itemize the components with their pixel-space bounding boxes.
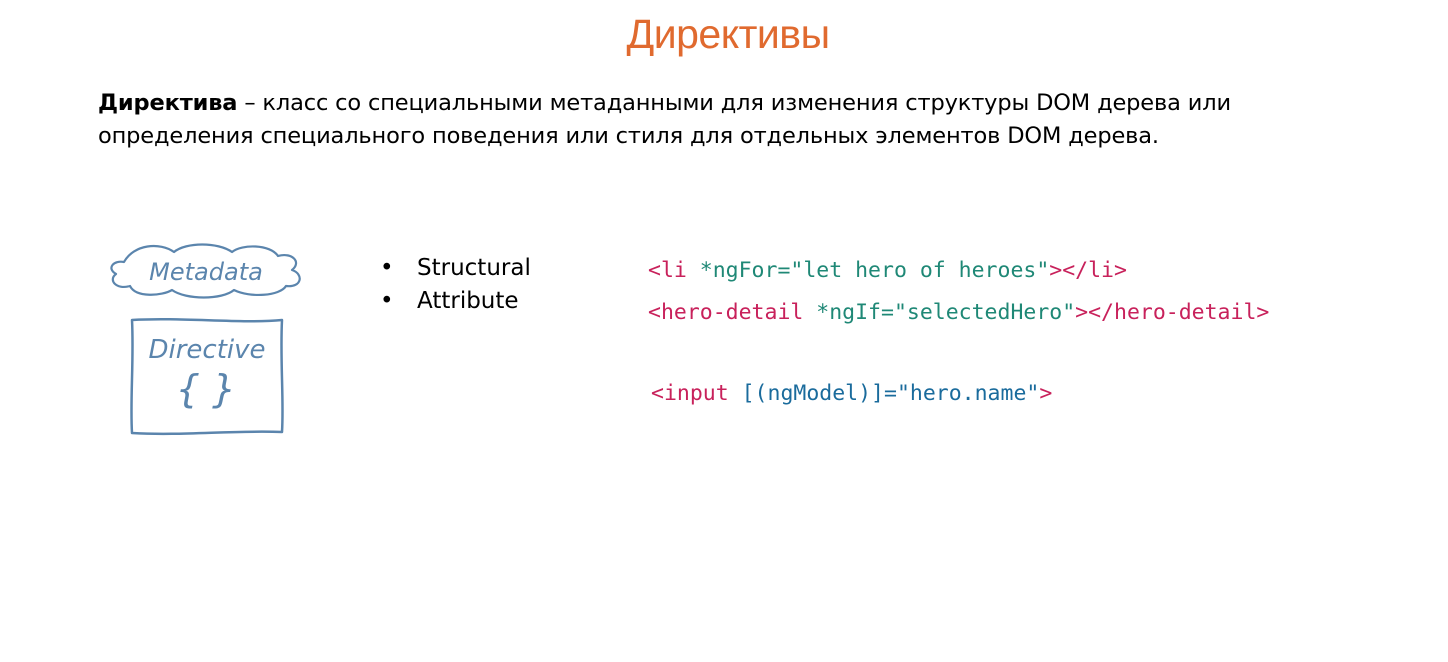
directive-types-list: Structural Attribute [380, 252, 531, 318]
code-attribute: *ngFor= [699, 258, 791, 283]
code-attribute: *ngIf= [816, 300, 894, 325]
definition-paragraph: Директива – класс со специальными метада… [98, 87, 1378, 153]
slide-title: Директивы [626, 11, 830, 57]
definition-term: Директива [98, 90, 238, 116]
code-attribute: [(ngModel)]= [741, 381, 897, 406]
code-tag-open: <hero-detail [648, 300, 817, 325]
code-example-ngif: <hero-detail *ngIf="selectedHero"></hero… [648, 302, 1269, 324]
code-tag-open: <li [648, 258, 700, 283]
code-tag-close: ></hero-detail> [1075, 300, 1270, 325]
code-tag-close: > [1039, 381, 1053, 406]
code-value: "hero.name" [896, 381, 1040, 406]
braces-glyph: { } [176, 367, 236, 411]
code-tag-open: <input [651, 381, 742, 406]
definition-text: – класс со специальными метаданными для … [98, 90, 1231, 149]
directive-diagram: Metadata Directive { } [102, 240, 312, 445]
directive-label: Directive [148, 335, 265, 365]
code-example-ngmodel: <input [(ngModel)]="hero.name"> [651, 383, 1052, 405]
code-value: "let hero of heroes" [790, 258, 1050, 283]
code-tag-close: ></li> [1049, 258, 1127, 283]
directive-sketch-icon: Metadata Directive { } [110, 243, 301, 436]
code-value: "selectedHero" [893, 300, 1076, 325]
metadata-label: Metadata [149, 258, 263, 286]
list-item: Structural [380, 252, 531, 285]
list-item: Attribute [380, 285, 531, 318]
code-example-ngfor: <li *ngFor="let hero of heroes"></li> [648, 260, 1127, 282]
